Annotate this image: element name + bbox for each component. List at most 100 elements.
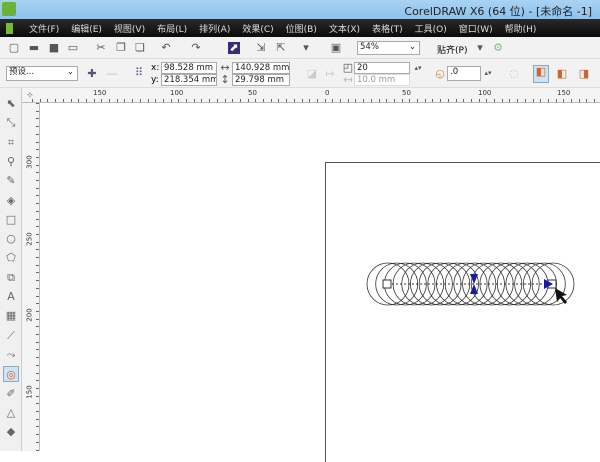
rotation-spinner-icon[interactable]: ▴▾ — [482, 67, 494, 79]
ruler-tick — [85, 99, 87, 102]
ruler-tick — [36, 126, 39, 128]
paste-icon[interactable]: ❏ — [134, 42, 146, 54]
blend-group[interactable] — [41, 104, 600, 451]
ruler-tick — [547, 99, 549, 102]
save-icon[interactable]: ■ — [48, 42, 60, 54]
application-launcher-icon[interactable]: ▾ — [300, 42, 312, 54]
rectangle-tool-icon[interactable]: □ — [3, 212, 19, 228]
preset-select[interactable]: 预设... ⌄ — [6, 66, 78, 81]
ruler-tick — [36, 449, 39, 451]
ellipse-tool-icon[interactable]: ○ — [3, 231, 19, 247]
blend-direction-icon[interactable]: ↦ — [324, 68, 336, 80]
ruler-tick-label: 100 — [170, 89, 184, 97]
ruler-tick — [36, 357, 39, 359]
menu-item-effects[interactable]: 效果(C) — [242, 22, 273, 35]
welcome-screen-icon[interactable]: ▣ — [330, 42, 342, 54]
menu-item-arrange[interactable]: 排列(A) — [199, 22, 230, 35]
blend-spacing-field[interactable]: 10.0 mm — [354, 74, 410, 86]
smart-fill-tool-icon[interactable]: ◈ — [3, 193, 19, 209]
ruler-tick — [36, 203, 39, 205]
rotation-field[interactable]: .0 — [447, 66, 481, 81]
app-menu-icon[interactable] — [6, 22, 13, 34]
snap-dropdown-icon[interactable]: ▾ — [474, 42, 486, 54]
steps-spinner-icon[interactable]: ▴▾ — [412, 62, 424, 74]
width-field[interactable]: 140.928 mm — [232, 62, 290, 74]
basic-shapes-tool-icon[interactable]: ⧉ — [3, 270, 19, 286]
clockwise-blend-icon[interactable]: ◧ — [556, 68, 568, 80]
print-icon[interactable]: ▭ — [67, 42, 79, 54]
dimension-tool-icon[interactable]: ⟋ — [3, 328, 19, 344]
object-origin-icon[interactable]: ⠿ — [133, 67, 145, 79]
open-icon[interactable]: ▬ — [28, 42, 40, 54]
ruler-tick — [36, 403, 39, 405]
menu-item-layout[interactable]: 布局(L) — [157, 22, 187, 35]
zoom-tool-icon[interactable]: ⚲ — [3, 154, 19, 170]
connector-tool-icon[interactable]: ⤳ — [3, 347, 19, 363]
remove-preset-icon[interactable]: — — [106, 68, 118, 80]
height-field[interactable]: 29.798 mm — [232, 74, 290, 86]
pick-tool-icon[interactable]: ⬉ — [3, 96, 19, 112]
table-tool-icon[interactable]: ▦ — [3, 308, 19, 324]
zoom-value: 54% — [360, 42, 379, 52]
search-content-icon[interactable]: ⬈ — [228, 42, 240, 54]
direct-blend-icon[interactable]: ◧ — [533, 65, 549, 83]
chevron-down-icon: ⌄ — [408, 42, 416, 52]
menu-item-file[interactable]: 文件(F) — [29, 22, 59, 35]
ruler-origin-icon[interactable]: ⊹ — [27, 91, 33, 99]
zoom-level-select[interactable]: 54% ⌄ — [357, 41, 420, 55]
menu-item-tools[interactable]: 工具(O) — [415, 22, 447, 35]
cut-icon[interactable]: ✂ — [95, 42, 107, 54]
outline-tool-icon[interactable]: △ — [3, 405, 19, 421]
x-position-field[interactable]: 98.528 mm — [161, 62, 217, 74]
blend-steps-field[interactable]: 20 — [354, 62, 410, 74]
polygon-tool-icon[interactable]: ⬠ — [3, 250, 19, 266]
ruler-tick — [201, 99, 203, 102]
add-preset-icon[interactable]: ✚ — [86, 68, 98, 80]
ruler-tick — [216, 99, 218, 102]
ruler-tick — [101, 99, 103, 102]
ruler-tick — [36, 272, 39, 274]
menu-item-edit[interactable]: 编辑(E) — [71, 22, 102, 35]
ruler-tick — [36, 149, 39, 151]
menu-item-view[interactable]: 视图(V) — [114, 22, 145, 35]
freehand-tool-icon[interactable]: ✎ — [3, 173, 19, 189]
y-position-field[interactable]: 218.354 mm — [161, 74, 217, 86]
menu-item-bitmaps[interactable]: 位图(B) — [286, 22, 317, 35]
new-icon[interactable]: ▢ — [8, 42, 20, 54]
snap-to-button[interactable]: 贴齐(P) — [437, 43, 467, 56]
ruler-tick — [463, 99, 465, 102]
menu-item-window[interactable]: 窗口(W) — [459, 22, 493, 35]
fill-tool-icon[interactable]: ◆ — [3, 424, 19, 440]
loop-blend-icon[interactable]: ◌ — [508, 68, 520, 80]
window-title: CorelDRAW X6 (64 位) - [未命名 -1] — [404, 5, 592, 18]
ruler-tick — [424, 99, 426, 102]
crop-tool-icon[interactable]: ⌗ — [3, 135, 19, 151]
blend-preset-icon[interactable]: ◪ — [306, 68, 318, 80]
copy-icon[interactable]: ❐ — [115, 42, 127, 54]
ruler-tick — [324, 99, 326, 102]
vertical-ruler[interactable]: 300 250 200 150 — [22, 103, 40, 451]
ruler-tick-label: 150 — [93, 89, 107, 97]
ruler-tick-label: 50 — [248, 89, 257, 97]
menu-item-table[interactable]: 表格(T) — [372, 22, 403, 35]
eyedropper-tool-icon[interactable]: ✐ — [3, 386, 19, 402]
menu-item-text[interactable]: 文本(X) — [329, 22, 360, 35]
blend-start-handle[interactable] — [382, 279, 392, 289]
import-icon[interactable]: ⇲ — [255, 42, 267, 54]
redo-icon[interactable]: ↷ — [190, 42, 202, 54]
menu-item-help[interactable]: 帮助(H) — [505, 22, 537, 35]
options-icon[interactable]: ⚙ — [492, 42, 504, 54]
blend-tool-icon[interactable]: ◎ — [3, 366, 19, 383]
shape-tool-icon[interactable]: ⤡ — [3, 115, 19, 131]
counterclockwise-blend-icon[interactable]: ◨ — [578, 68, 590, 80]
ruler-tick — [494, 99, 495, 102]
ruler-tick — [36, 164, 39, 166]
ruler-tick — [247, 99, 249, 102]
export-icon[interactable]: ⇱ — [275, 42, 287, 54]
ruler-tick-label: 0 — [325, 89, 330, 97]
text-tool-icon[interactable]: A — [3, 289, 19, 305]
drawing-canvas[interactable] — [41, 104, 600, 462]
horizontal-ruler[interactable]: 150 100 50 0 50 100 150 — [22, 88, 600, 103]
ruler-tick — [332, 99, 334, 102]
undo-icon[interactable]: ↶ — [160, 42, 172, 54]
